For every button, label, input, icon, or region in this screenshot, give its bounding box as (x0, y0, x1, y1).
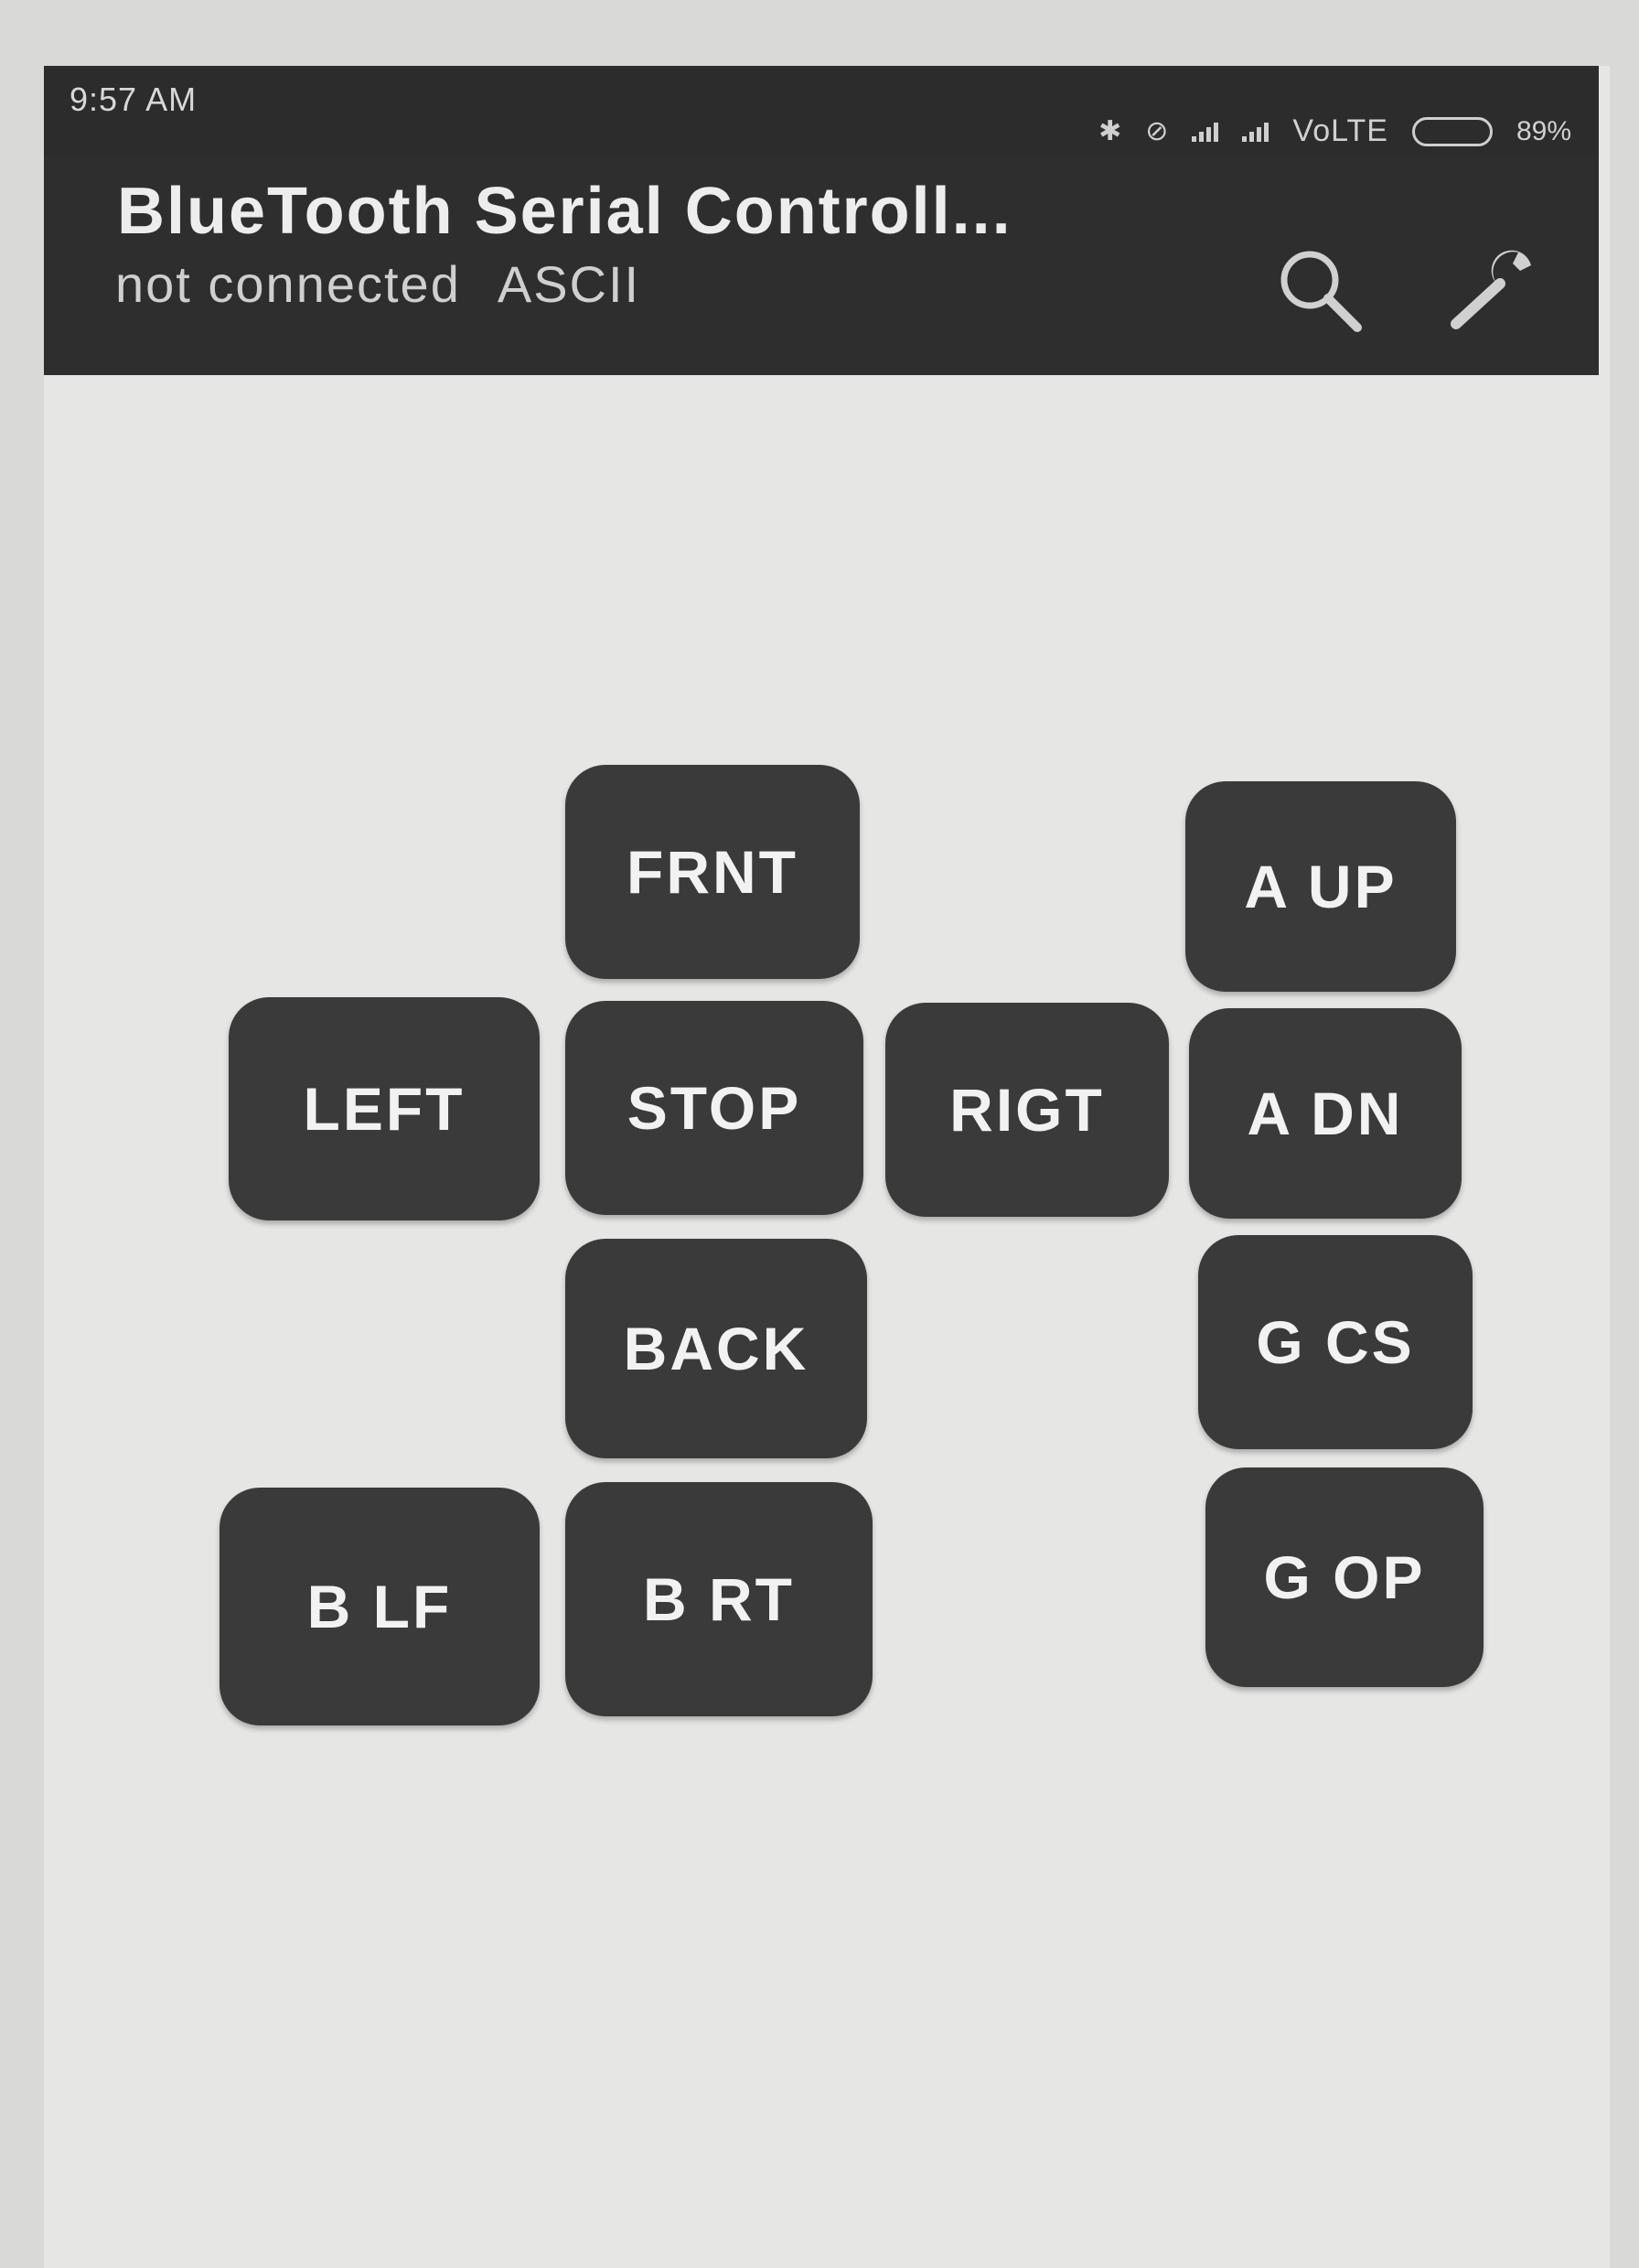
app-title: BlueTooth Serial Controll... (117, 175, 1012, 248)
rigt-button[interactable]: RIGT (885, 1003, 1169, 1217)
no-sim-icon: ⊘ (1145, 116, 1169, 146)
stop-button[interactable]: STOP (565, 1001, 863, 1215)
g-op-button[interactable]: G OP (1205, 1467, 1484, 1687)
a-up-button[interactable]: A UP (1185, 781, 1456, 992)
signal-icon (1242, 122, 1269, 142)
b-rt-button[interactable]: B RT (565, 1482, 873, 1716)
wrench-icon[interactable] (1443, 240, 1544, 340)
status-bar: 9:57 AM ✱ ⊘ VoLTE 89% (44, 66, 1599, 156)
connection-status: not connected (115, 255, 461, 313)
back-button[interactable]: BACK (565, 1239, 867, 1458)
status-icons: ✱ ⊘ VoLTE 89% (1098, 113, 1571, 149)
bluetooth-icon: ✱ (1098, 116, 1122, 146)
g-cs-button[interactable]: G CS (1198, 1235, 1473, 1449)
status-time: 9:57 AM (70, 81, 198, 118)
left-button[interactable]: LEFT (229, 997, 540, 1220)
a-dn-button[interactable]: A DN (1189, 1008, 1462, 1219)
battery-percentage: 89% (1516, 115, 1571, 146)
frnt-button[interactable]: FRNT (565, 765, 860, 979)
signal-icon (1192, 122, 1219, 142)
b-lf-button[interactable]: B LF (220, 1488, 540, 1725)
action-bar: BlueTooth Serial Controll... not connect… (44, 156, 1599, 375)
search-icon[interactable] (1269, 240, 1370, 340)
mode-label: ASCII (497, 255, 641, 313)
app-subtitle: not connected ASCII (115, 254, 640, 314)
battery-icon (1411, 116, 1493, 146)
network-type: VoLTE (1292, 113, 1388, 148)
